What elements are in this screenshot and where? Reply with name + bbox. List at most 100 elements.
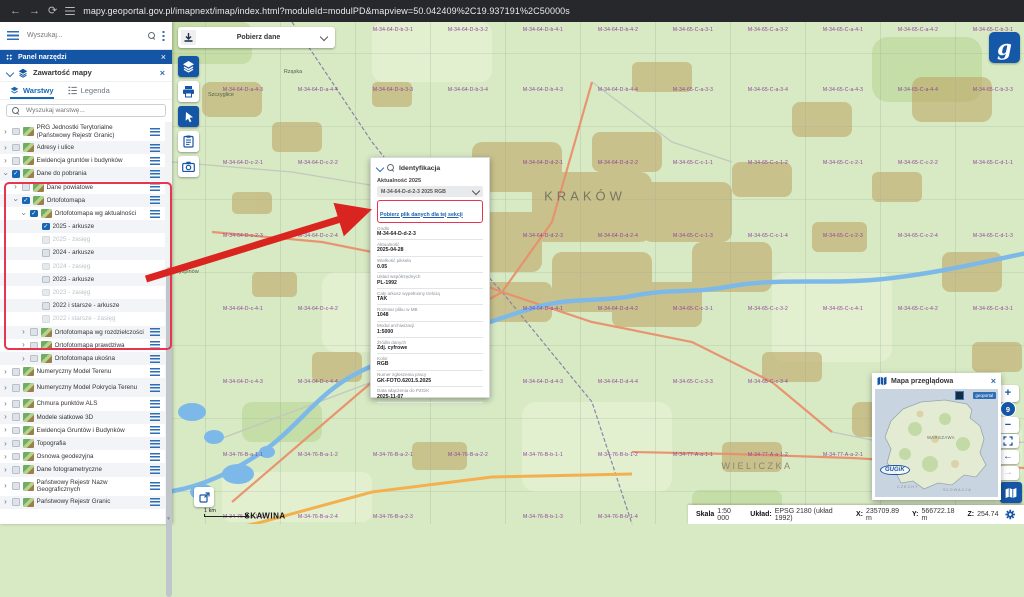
layer-row[interactable]: ›2025 - zasięg	[0, 233, 172, 246]
layer-row[interactable]: ›Topografia	[0, 437, 172, 450]
section-chevron-icon[interactable]	[6, 68, 14, 76]
tree-chevron-icon[interactable]: ›	[2, 453, 9, 461]
map-canvas[interactable]: M-34-64-D-b-3-1M-34-64-D-b-3-2M-34-64-D-…	[172, 22, 1024, 524]
tree-chevron-icon[interactable]: ›	[2, 128, 9, 136]
url-bar[interactable]: mapy.geoportal.gov.pl/imapnext/imap/inde…	[83, 6, 570, 16]
layer-checkbox[interactable]	[30, 355, 38, 363]
layer-row[interactable]: ›2024 - arkusze	[0, 247, 172, 260]
layer-checkbox[interactable]: ✓	[22, 197, 30, 205]
layer-checkbox[interactable]	[12, 128, 20, 136]
layer-checkbox[interactable]	[12, 384, 20, 392]
tree-chevron-icon[interactable]: ›	[20, 328, 27, 336]
tree-chevron-icon[interactable]: ›	[12, 183, 19, 191]
panel-close-icon[interactable]: ×	[161, 53, 166, 62]
overview-close-icon[interactable]: ×	[991, 376, 996, 386]
layer-checkbox[interactable]	[42, 302, 50, 310]
layer-menu-icon[interactable]	[150, 341, 160, 349]
layer-checkbox[interactable]	[12, 368, 20, 376]
layer-checkbox[interactable]	[12, 157, 20, 165]
sheet-dropdown[interactable]: M-34-64-D-d-2-3 2025 RGB	[377, 186, 483, 197]
layer-row[interactable]: ›Modele siatkowe 3D	[0, 411, 172, 424]
tree-chevron-icon[interactable]: ›	[20, 341, 27, 349]
search-icon[interactable]	[148, 32, 156, 40]
layer-row[interactable]: ›Dane fotogrametryczne	[0, 463, 172, 476]
layer-menu-icon[interactable]	[150, 426, 160, 434]
layer-row[interactable]: ›Numeryczny Model Terenu	[0, 365, 172, 378]
layer-menu-icon[interactable]	[150, 328, 160, 336]
layer-checkbox[interactable]: ✓	[12, 170, 20, 178]
tree-chevron-icon[interactable]: ›	[20, 210, 28, 217]
layer-menu-icon[interactable]	[150, 128, 160, 136]
layer-row[interactable]: ›Ortofotomapa prawdziwa	[0, 339, 172, 352]
layer-menu-icon[interactable]	[150, 384, 160, 392]
layer-checkbox[interactable]	[42, 236, 50, 244]
site-settings-icon[interactable]	[65, 7, 75, 15]
settings-gear-icon[interactable]	[1005, 509, 1016, 520]
layer-checkbox[interactable]	[12, 400, 20, 408]
layer-menu-icon[interactable]	[150, 400, 160, 408]
layer-row[interactable]: ›2023 - arkusze	[0, 273, 172, 286]
layer-checkbox[interactable]	[12, 413, 20, 421]
tree-chevron-icon[interactable]: ›	[2, 426, 9, 434]
layer-menu-icon[interactable]	[150, 144, 160, 152]
clipboard-button[interactable]	[178, 131, 199, 152]
layer-search-input[interactable]	[24, 106, 160, 115]
layer-row[interactable]: ›Ewidencja Gruntów i Budynków	[0, 424, 172, 437]
layers-tool-button[interactable]	[178, 56, 199, 77]
tree-chevron-icon[interactable]: ›	[12, 197, 20, 204]
layer-checkbox[interactable]: ✓	[42, 223, 50, 231]
tree-chevron-icon[interactable]: ›	[2, 413, 9, 421]
layer-checkbox[interactable]	[42, 263, 50, 271]
layer-checkbox[interactable]	[42, 289, 50, 297]
layer-row[interactable]: ›✓Ortofotomapa wg aktualności	[0, 207, 172, 220]
tree-chevron-icon[interactable]: ›	[20, 355, 27, 363]
tab-legenda[interactable]: Legenda	[68, 82, 110, 99]
layer-menu-icon[interactable]	[150, 453, 160, 461]
layer-row[interactable]: ›✓Ortofotomapa	[0, 194, 172, 207]
hamburger-menu-icon[interactable]	[7, 31, 19, 40]
print-button[interactable]	[178, 81, 199, 102]
tree-chevron-icon[interactable]: ›	[2, 498, 9, 506]
tree-chevron-icon[interactable]: ›	[2, 157, 9, 165]
layer-checkbox[interactable]	[12, 144, 20, 152]
download-section-link[interactable]: Pobierz plik danych dla tej sekcji	[380, 212, 463, 218]
screenshot-button[interactable]	[178, 156, 199, 177]
layer-menu-icon[interactable]	[150, 482, 160, 490]
geoportal-logo[interactable]: g	[989, 32, 1020, 63]
layer-menu-icon[interactable]	[150, 498, 160, 506]
layer-checkbox[interactable]	[12, 453, 20, 461]
layer-checkbox[interactable]: ✓	[30, 210, 38, 218]
layer-menu-icon[interactable]	[150, 466, 160, 474]
layer-row[interactable]: ›Państwowy Rejestr Granic	[0, 496, 172, 509]
layer-row[interactable]: ›2022 i starsze - arkusze	[0, 299, 172, 312]
layer-checkbox[interactable]	[12, 482, 20, 490]
layer-row[interactable]: ›Ewidencja gruntów i budynków	[0, 154, 172, 167]
identify-tool-button[interactable]	[178, 106, 199, 127]
download-data-button[interactable]: Pobierz dane	[178, 27, 335, 48]
tree-chevron-icon[interactable]: ›	[2, 400, 9, 408]
section-close-icon[interactable]: ×	[160, 68, 165, 78]
layer-checkbox[interactable]	[12, 498, 20, 506]
tab-warstwy[interactable]: Warstwy	[10, 82, 54, 99]
layer-checkbox[interactable]	[22, 183, 30, 191]
layer-menu-icon[interactable]	[150, 368, 160, 376]
layer-row[interactable]: ›Dane powiatowe	[0, 181, 172, 194]
layer-row[interactable]: ›Państwowy Rejestr Nazw Geograficznych	[0, 477, 172, 496]
share-view-button[interactable]	[194, 487, 214, 507]
layer-row[interactable]: ›PRG Jednostki Terytorialne (Państwowy R…	[0, 122, 172, 141]
layer-row[interactable]: ›2023 - zasięg	[0, 286, 172, 299]
layer-checkbox[interactable]	[30, 342, 38, 350]
layer-row[interactable]: ›Ortofotomapa ukośna	[0, 352, 172, 365]
layer-row[interactable]: ›✓2025 - arkusze	[0, 220, 172, 233]
layer-checkbox[interactable]	[42, 315, 50, 323]
tree-chevron-icon[interactable]: ›	[2, 384, 9, 392]
browser-reload-icon[interactable]: ⟳	[48, 6, 57, 17]
layer-checkbox[interactable]	[12, 466, 20, 474]
layer-menu-icon[interactable]	[150, 210, 160, 218]
layer-row[interactable]: ›2022 i starsze - zasięg	[0, 312, 172, 325]
layer-menu-icon[interactable]	[150, 183, 160, 191]
layer-row[interactable]: ›Chmura punktów ALS	[0, 397, 172, 410]
tree-chevron-icon[interactable]: ›	[2, 466, 9, 474]
overview-map[interactable]: geoportal WARSZAWA CZECHY SŁOWACJA GUGiK	[875, 389, 998, 497]
layer-checkbox[interactable]	[12, 427, 20, 435]
